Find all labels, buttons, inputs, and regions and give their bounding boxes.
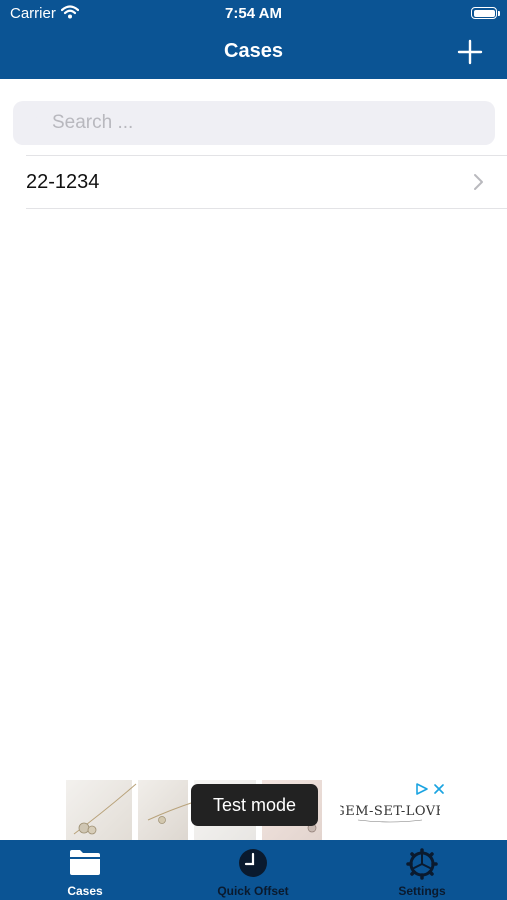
folder-icon <box>70 850 100 875</box>
list-item[interactable]: 22-1234 <box>0 156 507 208</box>
battery-tip <box>498 11 500 16</box>
divider <box>26 208 507 209</box>
case-list: 22-1234 <box>0 155 507 209</box>
clock-icon <box>239 849 267 877</box>
tab-label: Cases <box>67 884 103 898</box>
search-bar <box>13 101 495 145</box>
clock-time: 7:54 AM <box>225 5 282 22</box>
tab-settings[interactable]: Settings <box>372 840 472 900</box>
tab-label: Settings <box>398 884 446 898</box>
advertiser-logo: GEM-SET-LOVE <box>340 804 440 823</box>
tab-bar: Cases Quick Offset Settings <box>0 840 507 900</box>
add-case-button[interactable] <box>457 39 483 65</box>
svg-text:GEM-SET-LOVE: GEM-SET-LOVE <box>340 804 440 819</box>
battery-icon <box>471 7 497 19</box>
test-mode-toast: Test mode <box>191 784 318 826</box>
tab-quick-offset[interactable]: Quick Offset <box>193 840 313 900</box>
case-number: 22-1234 <box>26 171 100 193</box>
ad-banner[interactable]: Test mode GEM-SET-LOVE <box>58 780 450 840</box>
gear-icon <box>406 848 438 880</box>
tab-label: Quick Offset <box>217 884 289 898</box>
page-title: Cases <box>224 40 283 62</box>
ad-choices-icon[interactable] <box>414 782 430 796</box>
close-icon[interactable] <box>432 782 446 796</box>
search-input[interactable] <box>13 101 495 145</box>
status-bar: Carrier 7:54 AM <box>0 0 507 28</box>
tab-cases[interactable]: Cases <box>40 840 130 900</box>
navigation-bar: Carrier 7:54 AM Cases <box>0 0 507 79</box>
chevron-right-icon <box>474 174 483 190</box>
